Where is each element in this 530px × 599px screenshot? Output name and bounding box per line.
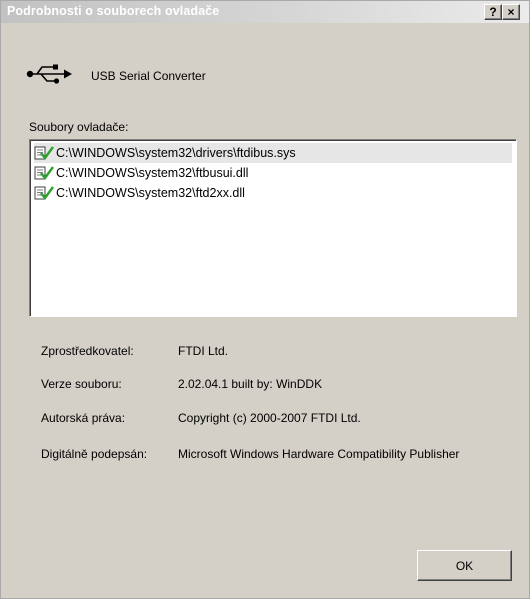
list-item[interactable]: C:\WINDOWS\system32\ftd2xx.dll (34, 183, 512, 203)
digital-signer-label: Digitálně podepsán: (41, 447, 148, 461)
device-name: USB Serial Converter (91, 69, 206, 83)
window-title: Podrobnosti o souborech ovladače (7, 4, 220, 18)
usb-icon (26, 64, 72, 84)
file-version-value: 2.02.04.1 built by: WinDDK (178, 377, 323, 391)
copyright-label: Autorská práva: (41, 411, 126, 425)
copyright-value: Copyright (c) 2000-2007 FTDI Ltd. (178, 411, 361, 425)
help-button[interactable]: ? (484, 4, 502, 20)
signed-driver-file-icon (34, 166, 54, 180)
signed-driver-file-icon (34, 146, 54, 160)
title-bar[interactable]: Podrobnosti o souborech ovladače ? × (1, 1, 529, 23)
file-path: C:\WINDOWS\system32\drivers\ftdibus.sys (56, 146, 296, 160)
ok-button[interactable]: OK (417, 550, 512, 581)
signed-driver-file-icon (34, 186, 54, 200)
list-item[interactable]: C:\WINDOWS\system32\ftbusui.dll (34, 163, 512, 183)
driver-files-list[interactable]: C:\WINDOWS\system32\drivers\ftdibus.sys … (29, 139, 517, 317)
driver-file-details-dialog: Podrobnosti o souborech ovladače ? × USB… (0, 0, 530, 599)
file-version-label: Verze souboru: (41, 377, 122, 391)
close-button[interactable]: × (502, 4, 520, 20)
driver-files-label: Soubory ovladače: (29, 120, 129, 134)
digital-signer-value: Microsoft Windows Hardware Compatibility… (178, 447, 460, 461)
provider-value: FTDI Ltd. (178, 344, 229, 358)
file-path: C:\WINDOWS\system32\ftd2xx.dll (56, 186, 245, 200)
file-path: C:\WINDOWS\system32\ftbusui.dll (56, 166, 249, 180)
list-item[interactable]: C:\WINDOWS\system32\drivers\ftdibus.sys (34, 143, 512, 163)
provider-label: Zprostředkovatel: (41, 344, 134, 358)
